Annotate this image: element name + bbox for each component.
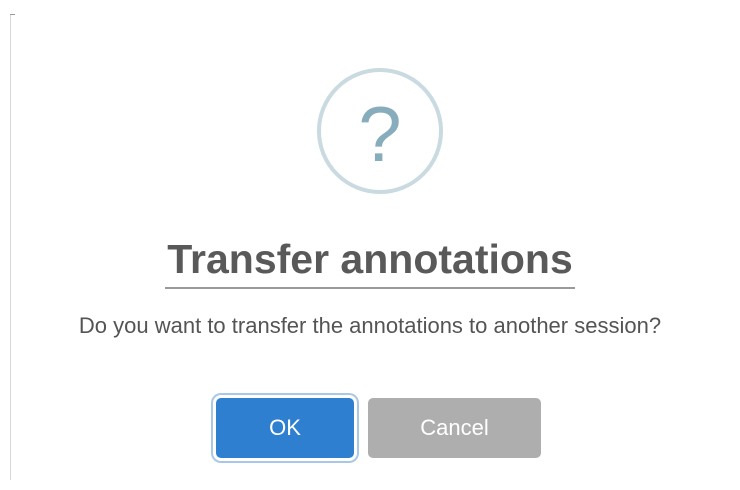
question-mark-glyph: ? — [358, 90, 402, 178]
dialog-title: Transfer annotations — [0, 236, 740, 289]
ok-button[interactable]: OK — [216, 398, 354, 458]
confirm-dialog: ? Transfer annotations Do you want to tr… — [10, 0, 740, 490]
dialog-message: Do you want to transfer the annotations … — [0, 312, 740, 339]
dialog-title-text: Transfer annotations — [165, 236, 575, 289]
dialog-message-text: Do you want to transfer the annotations … — [78, 313, 662, 338]
page: ? Transfer annotations Do you want to tr… — [0, 0, 740, 490]
dialog-actions: OK Cancel — [216, 398, 541, 458]
cancel-button[interactable]: Cancel — [368, 398, 541, 458]
question-icon: ? — [317, 68, 443, 194]
